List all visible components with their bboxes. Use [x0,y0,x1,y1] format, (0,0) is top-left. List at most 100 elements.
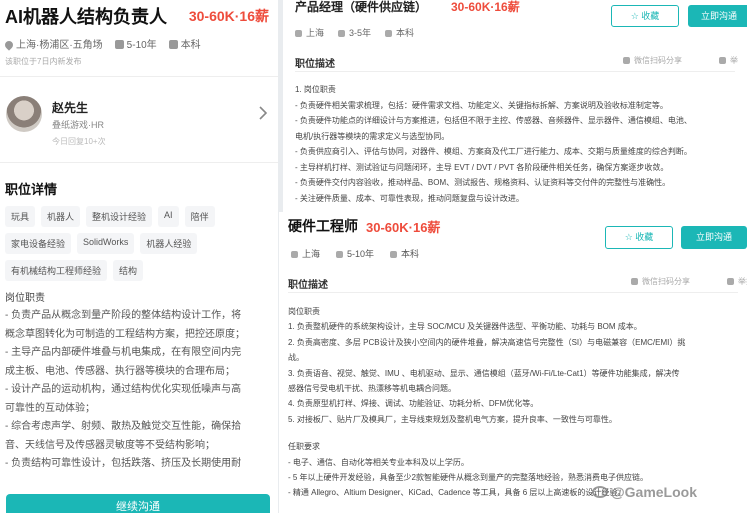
education-text: 本科 [396,28,415,38]
weibo-logo-icon [592,486,608,498]
job-salary: 30-60K·16薪 [366,220,441,235]
report-link[interactable]: 举 [719,55,738,66]
divider [0,162,278,163]
job-salary: 30-60K·16薪 [188,8,269,24]
education-text: 本科 [180,40,201,51]
job-meta: 上海 5-10年 本科 [291,247,419,260]
education-item: 本科 [385,26,414,39]
duty-line: 5. 对接板厂、贴片厂及模具厂，主导线束规划及整机电气方案，提升良率、一致性与可… [288,414,617,424]
job-tag: SolidWorks [77,233,135,254]
duty-line: 感器信号受电机干扰、热漂移等机电耦合问题。 [288,384,456,394]
job-meta: 上海 3-5年 本科 [295,26,414,39]
duty-line: 概念草图转化为可制造的工程结构方案，把控还原度； [5,328,245,340]
description-line: - 主导样机打样、测试验证与问题闭环，主导 EVT / DVT / PVT 各阶… [295,162,669,172]
location-text: 上海 [306,28,325,38]
description-body: 1. 岗位职责 - 负责硬件相关需求梳理，包括：硬件需求文档、功能定义、关键指标拆… [295,82,745,206]
share-text: 微信扫码分享 [642,277,690,286]
education-item: 本科 [390,247,419,260]
job-header: AI机器人结构负责人 30-60K·16薪 [5,3,275,27]
section-title: 职位详情 [5,182,58,197]
description-line: 1. 岗位职责 [295,85,336,94]
qr-code-icon [631,278,638,285]
job-detail-mobile: AI机器人结构负责人 30-60K·16薪 上海·杨浦区·五角场 5-10年 本… [0,0,278,513]
job-salary: 30-60K·16薪 [451,0,520,14]
requirement-line: - 电子、通信、自动化等相关专业本科及以上学历。 [288,457,469,467]
briefcase-icon [114,40,124,49]
job-title: 产品经理（硬件供应链） [295,0,428,14]
graduation-cap-icon [168,40,178,49]
experience-text: 5-10年 [126,40,157,51]
chevron-right-icon [259,106,268,120]
duty-line: 2. 负责高密度、多层 PCB设计及狭小空间内的硬件堆叠，解决高速信号完整性（S… [288,337,686,347]
job-tag: AI [158,206,179,227]
chat-now-button[interactable]: 立即沟通 [688,5,747,27]
warning-icon [719,57,726,64]
location-icon [295,30,302,37]
job-tag: 陪伴 [184,206,215,227]
job-tag: 家电设备经验 [5,233,72,254]
location-text: 上海·杨浦区·五角场 [16,40,103,51]
favorite-button[interactable]: ☆ 收藏 [605,226,673,249]
job-tag: 玩具 [5,206,36,227]
job-tag: 有机械结构工程师经验 [5,260,108,281]
description-line: - 负责硬件功能点的详细设计与方案推进，包括但不限于主控、传感器、音频器件、显示… [295,116,692,125]
location-item: 上海 [295,26,324,39]
qr-code-icon [623,57,630,64]
duty-title: 岗位职责 [5,293,45,304]
tag-list: 玩具 机器人 整机设计经验 AI 陪伴 家电设备经验 SolidWorks 机器人经验 有机械结… [5,206,275,281]
duty-line: 战。 [288,353,304,363]
report-text: 举报 [738,277,747,286]
duty-line: 3. 负责语音、视觉、触觉、IMU 、电机驱动、显示、通信模组（蓝牙/Wi-Fi… [288,368,680,378]
duty-line: - 负责结构可靠性设计，包括跌落、挤压及长期使用耐 [5,458,242,469]
description-line: - 负责硬件交付内容验收，推动样品、BOM、测试报告、规格资料、认证资料等交付件… [295,178,671,187]
posted-note: 该职位于7日内新发布 [5,57,82,66]
description-line: - 负责硬件相关需求梳理，包括：硬件需求文档、功能定义、关键指标拆解、方案说明及… [295,100,668,110]
experience-item: 3-5年 [338,26,371,39]
duty-list: 1. 负责整机硬件的系统架构设计，主导 SOC/MCU 及关键器件选型、平衡功能… [288,319,744,427]
watermark-text: @GameLook [611,484,698,500]
graduation-cap-icon [385,30,393,37]
watermark: @GameLook [592,484,697,500]
reply-stat: 今日回复10+次 [52,137,106,146]
job-tag: 整机设计经验 [86,206,153,227]
duty-line: 1. 负责整机硬件的系统架构设计，主导 SOC/MCU 及关键器件选型、平衡功能… [288,322,642,332]
experience-item: 5-10年 [336,247,374,260]
experience-item: 5-10年 [114,36,157,51]
location-item: 上海 [291,247,320,260]
job-card-hardware-engineer: 硬件工程师 30-60K·16薪 ☆ 收藏 立即沟通 上海 5-10年 本科 职… [279,212,747,513]
location-text: 上海 [302,249,321,259]
warning-icon [727,278,734,285]
report-link[interactable]: 举报 [727,276,747,287]
job-meta: 上海·杨浦区·五角场 5-10年 本科 [3,36,273,51]
job-tag: 结构 [113,260,144,281]
duty-line: 4. 负责原型机打样、焊接、调试、功能验证、功耗分析、DFM优化等。 [288,399,539,409]
location-item: 上海·杨浦区·五角场 [3,36,103,51]
share-text: 微信扫码分享 [634,56,682,65]
favorite-button[interactable]: ☆ 收藏 [611,5,679,27]
description-title: 职位描述 [288,280,328,291]
location-icon [3,39,15,51]
duty-line: - 负责产品从概念到量产阶段的整体结构设计工作，将 [5,310,242,321]
description-title: 职位描述 [295,59,335,70]
chat-now-button[interactable]: 立即沟通 [681,226,747,249]
job-title: 硬件工程师 [288,218,358,234]
description-line: - 关注硬件质量、成本、可靠性表现，推动问题复盘与设计改进。 [295,193,524,203]
duty-list: - 负责产品从概念到量产阶段的整体结构设计工作，将 概念草图转化为可制造的工程结构… [5,307,271,474]
recruiter-company: 叠纸游戏·HR [52,120,104,130]
report-text: 举 [730,56,738,65]
wechat-share-link[interactable]: 微信扫码分享 [631,276,690,287]
continue-chat-button[interactable]: 继续沟通 [6,494,270,513]
briefcase-icon [338,30,346,37]
divider [0,76,278,77]
duty-line: 可靠性的互动体验； [5,402,95,414]
recruiter-name: 赵先生 [52,101,89,115]
duty-line: 成主板、电池、传感器、执行器等模块的合理布局； [5,365,235,377]
wechat-share-link[interactable]: 微信扫码分享 [623,55,682,66]
duty-title: 岗位职责 [288,307,320,316]
divider [295,71,735,72]
job-title: AI机器人结构负责人 [5,7,167,27]
description-line: - 负责供应商引入、评估与协同，对器件、模组、方案商及代工厂进行能力、成本、交期… [295,147,692,156]
duty-line: - 主导产品内部硬件堆叠与机电集成，在有限空间内完 [5,347,242,358]
job-tag: 机器人 [41,206,81,227]
